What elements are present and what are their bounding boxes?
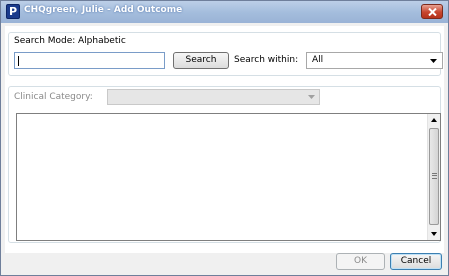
chevron-down-icon <box>308 95 315 99</box>
window-title: CHQgreen, Julie - Add Outcome <box>24 5 183 15</box>
search-input[interactable] <box>14 52 165 69</box>
scrollbar-thumb[interactable] <box>429 128 439 225</box>
add-outcome-dialog: P CHQgreen, Julie - Add Outcome Search M… <box>0 0 449 276</box>
scroll-down-arrow-icon[interactable] <box>431 232 437 236</box>
chevron-down-icon <box>430 59 437 63</box>
search-within-select[interactable]: All <box>306 52 443 69</box>
ok-button[interactable]: OK <box>336 253 385 270</box>
search-button[interactable]: Search <box>173 52 229 69</box>
search-mode-value: Alphabetic <box>78 36 126 46</box>
text-caret <box>18 56 19 66</box>
search-within-value: All <box>312 55 324 65</box>
search-mode-label: Search Mode: <box>14 36 76 46</box>
search-within-label: Search within: <box>234 55 299 65</box>
cancel-button[interactable]: Cancel <box>390 253 442 270</box>
close-icon <box>428 8 437 16</box>
dialog-body: Search Mode: Alphabetic Search Search wi… <box>5 26 444 273</box>
scroll-up-arrow-icon[interactable] <box>431 118 437 122</box>
title-bar[interactable]: P CHQgreen, Julie - Add Outcome <box>1 1 448 23</box>
close-button[interactable] <box>421 4 443 19</box>
vertical-scrollbar[interactable] <box>427 114 440 240</box>
clinical-category-select[interactable] <box>107 89 320 105</box>
app-p-icon: P <box>6 4 20 19</box>
grip-icon <box>432 173 437 179</box>
dialog-footer: OK Cancel <box>5 253 444 273</box>
clinical-category-label: Clinical Category: <box>14 92 93 102</box>
outcome-results-list[interactable] <box>16 113 441 241</box>
